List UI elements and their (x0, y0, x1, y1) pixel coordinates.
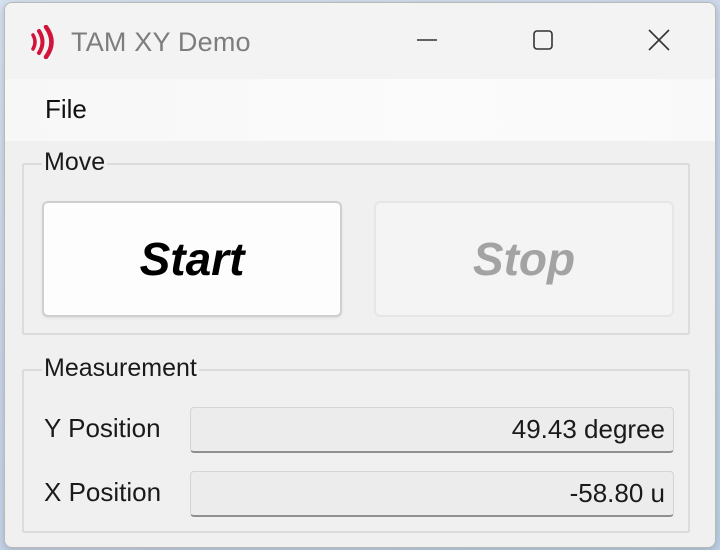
y-position-field: 49.43 degree (190, 407, 674, 453)
x-position-label: X Position (44, 477, 162, 507)
title-bar[interactable]: TAM XY Demo (5, 3, 715, 79)
move-group: Move Start Stop (22, 148, 690, 335)
close-icon (648, 29, 670, 51)
minimize-button[interactable] (397, 17, 457, 63)
y-position-label: Y Position (44, 413, 161, 443)
move-group-label: Move (42, 148, 108, 177)
minimize-icon (417, 39, 437, 41)
measurement-group-label: Measurement (42, 354, 199, 383)
app-window: TAM XY Demo File Move Start Stop Measure… (4, 2, 716, 548)
app-logo-icon (31, 25, 54, 59)
maximize-icon (533, 30, 553, 50)
x-position-field: -58.80 u (190, 471, 674, 517)
measurement-group: Measurement Y Position 49.43 degree X Po… (22, 354, 690, 533)
stop-button: Stop (374, 201, 674, 317)
window-title: TAM XY Demo (71, 27, 251, 57)
maximize-button[interactable] (513, 17, 573, 63)
start-button[interactable]: Start (42, 201, 342, 317)
menu-item-file[interactable]: File (43, 94, 89, 125)
close-button[interactable] (629, 17, 689, 63)
menu-bar: File (5, 79, 715, 141)
